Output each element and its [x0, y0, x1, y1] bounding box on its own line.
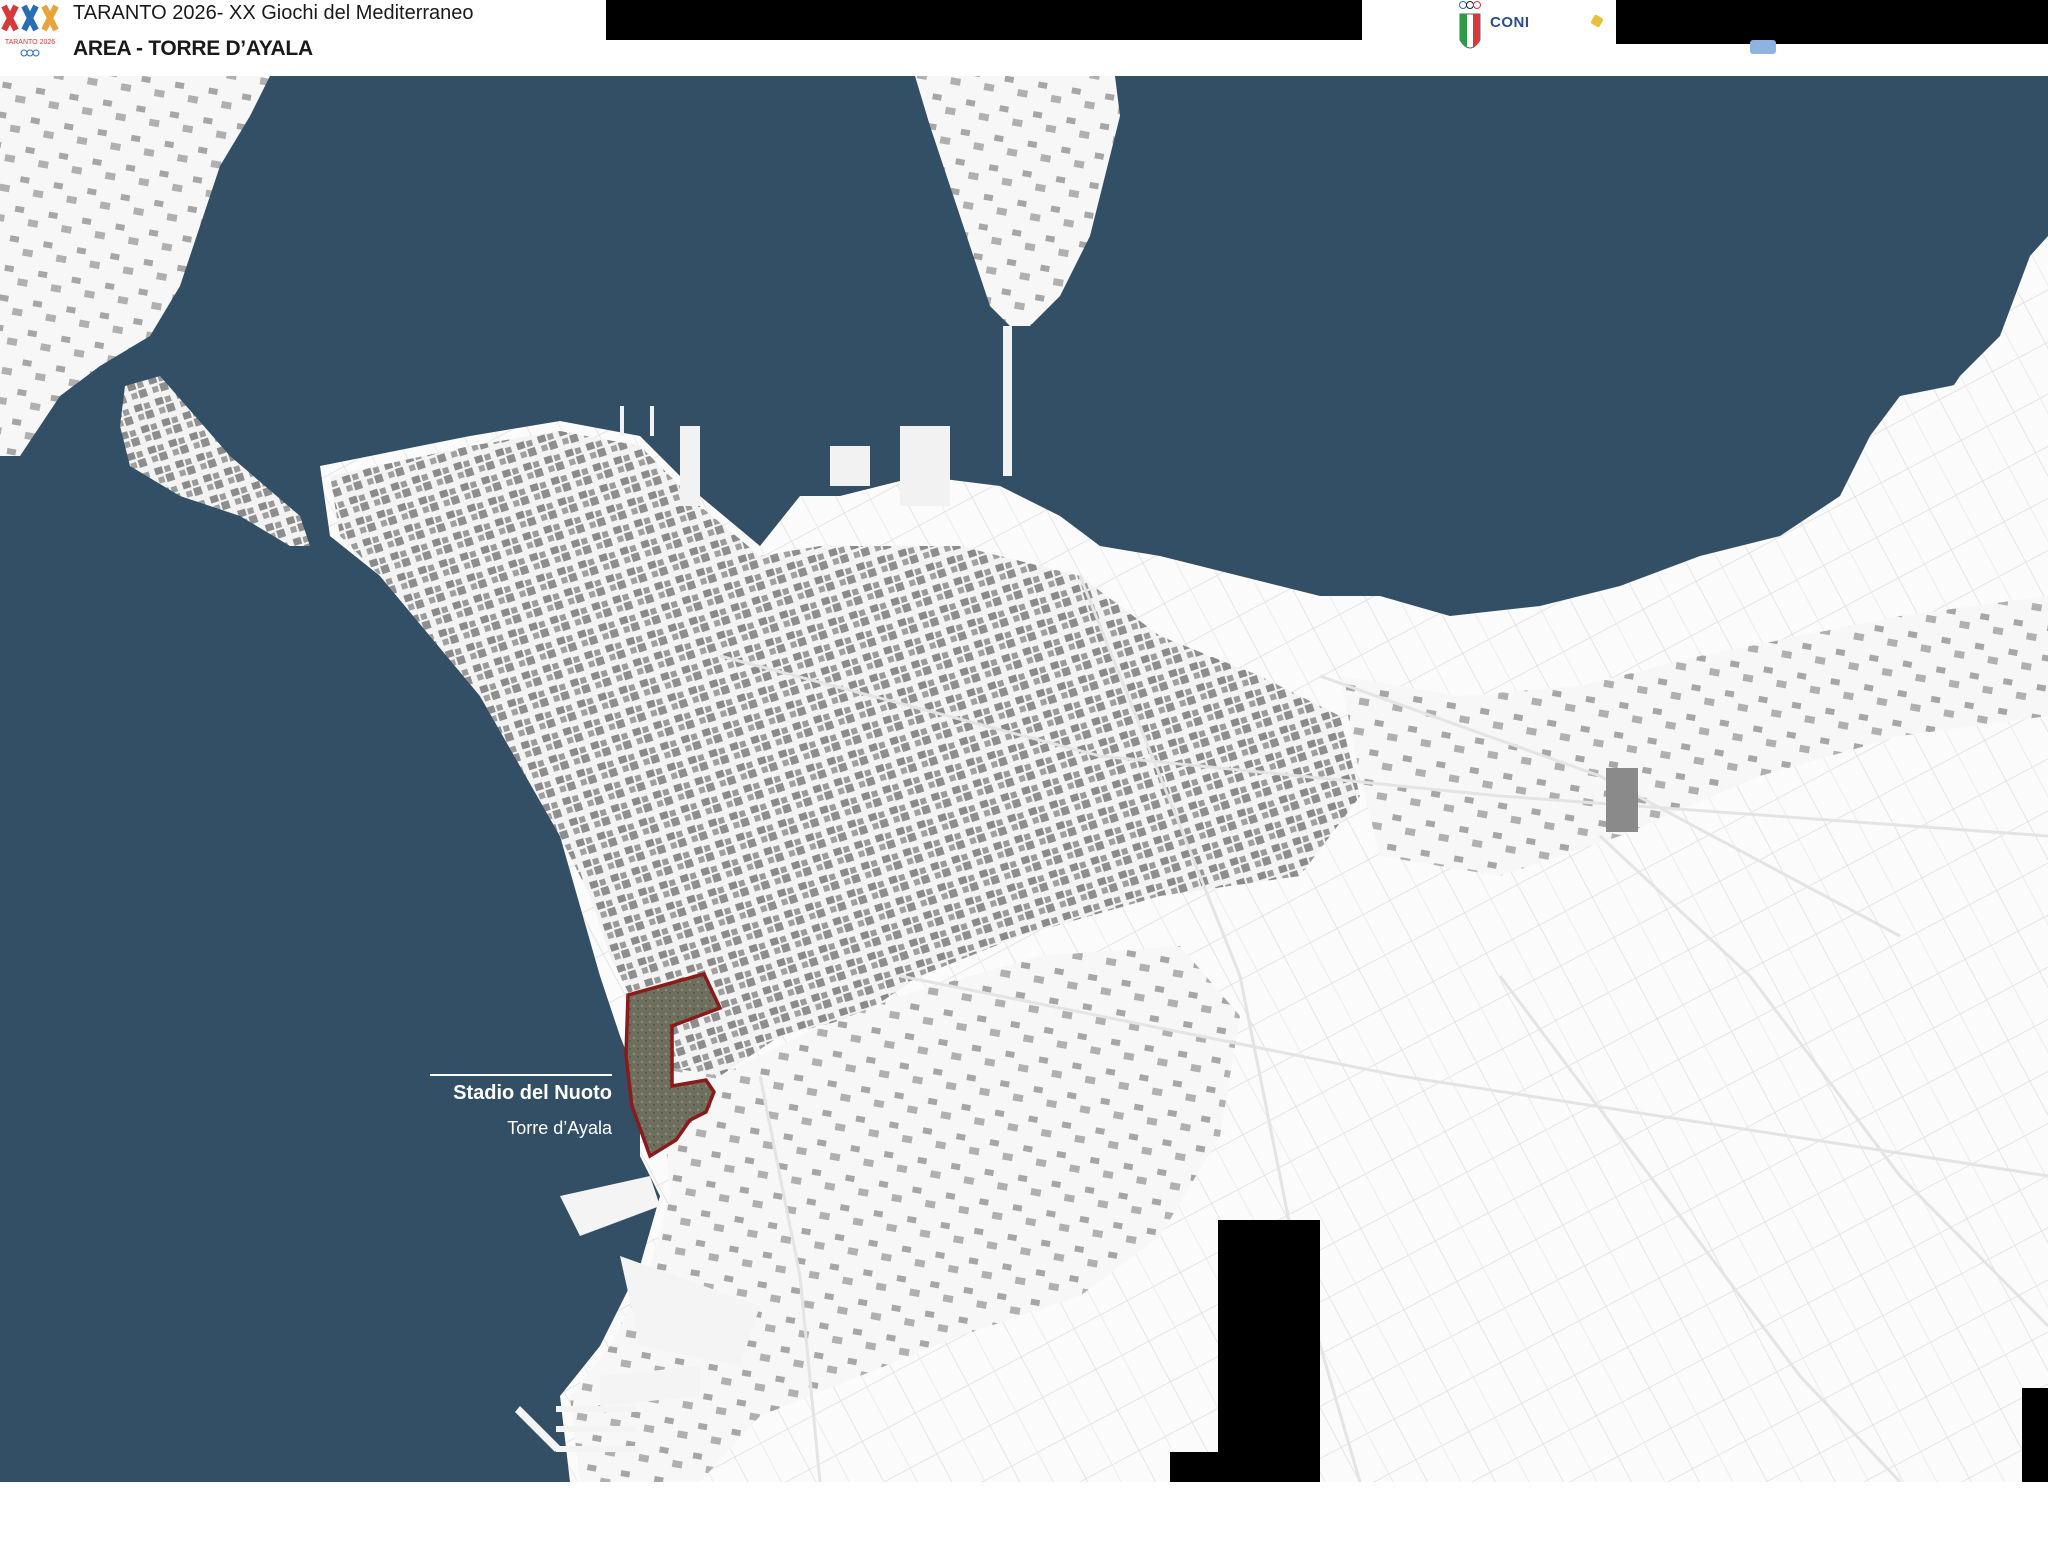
scale-bar-line [30, 1542, 151, 1549]
header: TARANTO 2026 TARANTO 2026- XX Giochi del… [0, 0, 2048, 76]
venue-label-location: Torre d’Ayala [507, 1118, 612, 1138]
redacted-block-map-2 [1170, 1452, 1222, 1482]
bridge [1003, 326, 1012, 476]
scale-bar: 0 0,25 0,5 Km [28, 1520, 188, 1550]
area-title: AREA - TORRE D’AYALA [73, 37, 313, 60]
industrial-block [1606, 768, 1638, 832]
event-title: TARANTO 2026- XX Giochi del Mediterraneo [73, 2, 474, 24]
taranto-2026-logo: TARANTO 2026 [1, 4, 59, 57]
hidden-logo-fragment [1750, 40, 1776, 54]
venue-label-line [430, 1074, 612, 1076]
map-canvas [0, 76, 2048, 1482]
partner-sticker-icon [1590, 14, 1604, 28]
venue-label-name: Stadio del Nuoto [453, 1082, 612, 1104]
redacted-block-top-center [606, 0, 1362, 40]
svg-text:TARANTO 2026: TARANTO 2026 [5, 39, 55, 46]
map: Stadio del Nuoto Torre d’Ayala 0 0,25 0,… [0, 76, 2048, 1549]
redacted-block-map-3 [2022, 1388, 2048, 1482]
redacted-block-top-right [1616, 0, 2048, 44]
redacted-block-map-1 [1218, 1220, 1320, 1482]
coni-label: CONI [1490, 14, 1530, 31]
